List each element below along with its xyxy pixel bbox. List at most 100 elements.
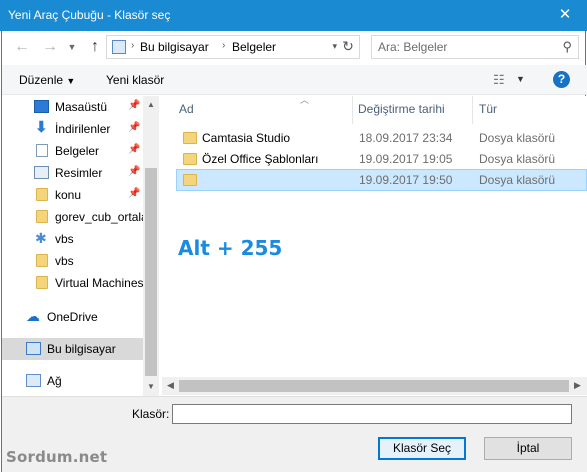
sidebar-item-konu[interactable]: konu 📌 — [2, 184, 143, 206]
folder-icon — [36, 188, 48, 201]
close-button[interactable]: ✕ — [543, 0, 587, 30]
sidebar-item-belgeler[interactable]: Belgeler 📌 — [2, 140, 143, 162]
sidebar-item-label: Resimler — [55, 166, 103, 180]
up-arrow-icon[interactable]: ↑ — [85, 37, 105, 57]
keyboard-shortcut-annotation: Alt + 255 — [178, 236, 283, 260]
sidebar-item-gorev-cub-ortala[interactable]: gorev_cub_ortala — [2, 206, 143, 228]
onedrive-icon: ☁ — [26, 308, 40, 324]
view-options-icon[interactable]: ☷ — [493, 72, 505, 88]
sort-ascending-icon: ︿ — [300, 95, 310, 105]
desktop-icon — [34, 100, 49, 113]
sidebar-item-label: konu — [55, 188, 82, 202]
file-list-horizontal-scrollbar[interactable]: ◀ ▶ — [162, 377, 587, 395]
search-icon[interactable]: ⚲ — [562, 39, 572, 55]
breadcrumb-separator: › — [131, 40, 135, 51]
documents-icon — [36, 144, 48, 157]
new-folder-button[interactable]: Yeni klasör — [106, 73, 164, 87]
file-row[interactable]: Özel Office Şablonları 19.09.2017 19:05 … — [176, 148, 587, 170]
vbs-icon: ✱ — [35, 230, 47, 246]
refresh-icon[interactable]: ↻ — [340, 38, 356, 56]
column-header-name[interactable]: Ad — [179, 102, 194, 116]
sidebar-item-label: Ağ — [47, 374, 62, 388]
address-dropdown-icon[interactable]: ▾ — [332, 41, 337, 52]
column-header-type[interactable]: Tür — [479, 102, 497, 116]
sidebar-item-label: vbs — [55, 232, 74, 246]
sidebar-item-vbs-shortcut[interactable]: ✱ vbs — [2, 228, 143, 250]
navigation-bar: ← → ▼ ↑ › Bu bilgisayar › Belgeler ▾ ↻ ⚲ — [2, 31, 587, 65]
sidebar-item-label: vbs — [55, 254, 74, 268]
chevron-down-icon: ▼ — [66, 76, 76, 86]
breadcrumb-belgeler[interactable]: Belgeler — [232, 40, 276, 54]
organize-menu-button[interactable]: Düzenle ▼ — [19, 73, 75, 87]
column-header-date[interactable]: Değiştirme tarihi — [358, 102, 445, 116]
sidebar-item-virtual-machines[interactable]: Virtual Machines — [2, 272, 143, 294]
pin-icon[interactable]: 📌 — [128, 188, 140, 199]
scroll-down-icon[interactable]: ▼ — [147, 382, 155, 391]
scroll-up-icon[interactable]: ▲ — [147, 100, 155, 109]
help-button[interactable]: ? — [553, 71, 570, 88]
scroll-right-icon[interactable]: ▶ — [574, 380, 581, 391]
file-date: 19.09.2017 19:05 — [359, 152, 453, 166]
sidebar-item-label: gorev_cub_ortala — [55, 210, 143, 224]
watermark-text: Sordum.net — [6, 448, 108, 466]
select-folder-button[interactable]: Klasör Seç — [378, 437, 466, 460]
folder-icon — [36, 276, 48, 289]
file-name: Özel Office Şablonları — [202, 152, 319, 166]
file-date: 18.09.2017 23:34 — [359, 131, 453, 145]
organize-label: Düzenle — [19, 73, 64, 87]
folder-field-label: Klasör: — [132, 407, 170, 421]
sidebar-item-label: Virtual Machines — [55, 276, 143, 290]
sidebar-item-vbs[interactable]: vbs — [2, 250, 143, 272]
forward-arrow-icon[interactable]: → — [40, 37, 60, 57]
search-box[interactable]: ⚲ — [371, 35, 579, 59]
search-input[interactable] — [378, 39, 548, 55]
scroll-left-icon[interactable]: ◀ — [167, 380, 174, 391]
file-type: Dosya klasörü — [479, 131, 556, 145]
pin-icon[interactable]: 📌 — [128, 122, 140, 133]
file-row[interactable]: Camtasia Studio 18.09.2017 23:34 Dosya k… — [176, 127, 587, 149]
cancel-button[interactable]: İptal — [484, 437, 572, 460]
pin-icon[interactable]: 📌 — [128, 100, 140, 111]
sidebar-item-label: OneDrive — [47, 310, 98, 324]
file-type: Dosya klasörü — [479, 152, 556, 166]
pictures-icon — [34, 166, 49, 179]
folder-name-input[interactable] — [172, 404, 572, 424]
window-title: Yeni Araç Çubuğu - Klasör seç — [8, 8, 171, 22]
file-row-selected[interactable]: 19.09.2017 19:50 Dosya klasörü — [176, 169, 587, 191]
sidebar-item-label: Masaüstü — [55, 100, 108, 114]
sidebar-item-bu-bilgisayar[interactable]: Bu bilgisayar — [2, 338, 143, 360]
file-date: 19.09.2017 19:50 — [359, 173, 453, 187]
title-bar[interactable]: Yeni Araç Çubuğu - Klasör seç ✕ — [0, 0, 587, 31]
column-divider[interactable] — [472, 96, 473, 124]
sidebar-item-masaustu[interactable]: Masaüstü 📌 — [2, 96, 143, 118]
sidebar-item-onedrive[interactable]: ☁ OneDrive — [2, 306, 143, 328]
breadcrumb-bu-bilgisayar[interactable]: Bu bilgisayar — [140, 40, 209, 54]
file-name: Camtasia Studio — [202, 131, 291, 145]
scrollbar-thumb[interactable] — [179, 380, 569, 392]
address-bar[interactable]: › Bu bilgisayar › Belgeler ▾ ↻ — [106, 35, 360, 59]
back-arrow-icon[interactable]: ← — [12, 37, 32, 57]
chevron-down-icon[interactable]: ▼ — [516, 74, 525, 84]
sidebar-item-resimler[interactable]: Resimler 📌 — [2, 162, 143, 184]
sidebar-item-ag[interactable]: Ağ — [2, 370, 143, 392]
folder-icon — [183, 174, 197, 186]
file-type: Dosya klasörü — [479, 173, 556, 187]
file-list-pane: ︿ Ad Değiştirme tarihi Tür Camtasia Stud… — [162, 95, 587, 396]
sidebar-item-label: Belgeler — [55, 144, 100, 158]
download-icon: ⬇ — [35, 119, 48, 136]
column-divider[interactable] — [352, 96, 353, 124]
chevron-down-icon[interactable]: ▼ — [62, 37, 82, 57]
computer-icon — [26, 342, 41, 355]
sidebar-item-indirilenler[interactable]: ⬇ İndirilenler 📌 — [2, 118, 143, 140]
computer-icon — [112, 40, 126, 54]
pin-icon[interactable]: 📌 — [128, 166, 140, 177]
breadcrumb-separator: › — [222, 40, 226, 51]
folder-icon — [36, 254, 48, 267]
sidebar-item-label: Bu bilgisayar — [47, 342, 116, 356]
pin-icon[interactable]: 📌 — [128, 144, 140, 155]
scrollbar-thumb[interactable] — [145, 168, 157, 376]
sidebar-item-label: İndirilenler — [55, 122, 111, 136]
navigation-pane-scrollbar[interactable]: ▲ ▼ — [143, 96, 159, 396]
folder-select-dialog: ← → ▼ ↑ › Bu bilgisayar › Belgeler ▾ ↻ ⚲… — [1, 31, 587, 472]
folder-icon — [36, 210, 48, 223]
